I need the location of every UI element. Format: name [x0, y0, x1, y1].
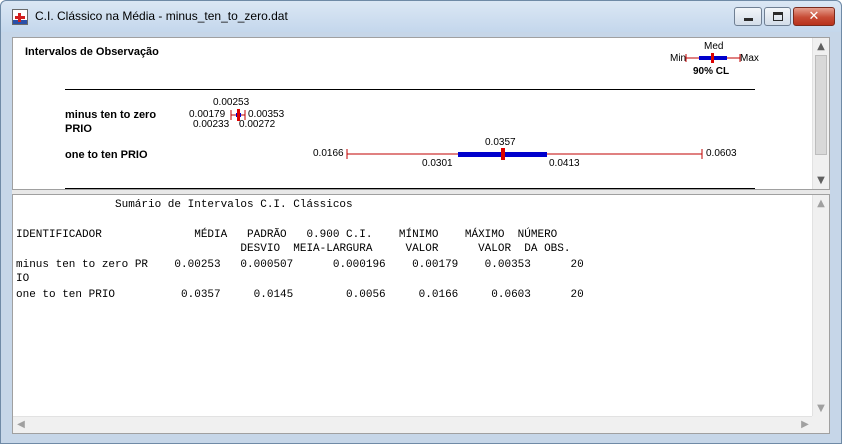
- chart-bottom-rule: [65, 188, 755, 189]
- report-header-line2: DESVIO MEIA-LARGURA VALOR VALOR DA OBS.: [16, 243, 571, 255]
- mean-label: 0.00253: [213, 97, 250, 108]
- scroll-up-arrow-icon[interactable]: ▲: [813, 195, 829, 212]
- app-window: C.I. Clássico na Média - minus_ten_to_ze…: [0, 0, 842, 444]
- close-icon: ✕: [808, 9, 820, 24]
- interval-glyph: [230, 109, 246, 121]
- report-header-line1: IDENTIFICADOR MÉDIA PADRÃO 0.900 C.I. MÍ…: [16, 229, 558, 241]
- scroll-right-arrow-icon[interactable]: ▶: [797, 417, 813, 433]
- report-vertical-scrollbar[interactable]: ▲ ▼: [812, 195, 829, 417]
- mean-marker: [237, 109, 240, 121]
- mean-marker: [501, 148, 505, 160]
- chart-header: Intervalos de Observação: [25, 46, 159, 58]
- scroll-up-arrow-icon[interactable]: ▲: [813, 38, 829, 55]
- close-button[interactable]: ✕: [793, 7, 835, 26]
- scrollbar-corner: [812, 416, 829, 433]
- series-label-continued: PRIO: [65, 123, 92, 135]
- report-title: Sumário de Intervalos C.I. Clássicos: [115, 199, 353, 211]
- maximize-icon: [773, 12, 783, 21]
- scroll-down-arrow-icon[interactable]: ▼: [813, 172, 829, 189]
- interval-glyph: [346, 148, 703, 160]
- min-label: 0.0166: [313, 148, 344, 159]
- title-bar[interactable]: C.I. Clássico na Média - minus_ten_to_ze…: [1, 1, 841, 32]
- report-row: minus ten to zero PR 0.00253 0.000507 0.…: [16, 259, 584, 271]
- chart-top-rule: [65, 89, 755, 90]
- legend-cl-label: 90% CL: [693, 66, 730, 77]
- scroll-down-arrow-icon[interactable]: ▼: [813, 400, 829, 417]
- report-horizontal-scrollbar[interactable]: ◀ ▶: [13, 416, 813, 433]
- legend-max-label: Max: [740, 53, 759, 64]
- legend-med-label: Med: [704, 41, 724, 52]
- scroll-left-arrow-icon[interactable]: ◀: [13, 417, 29, 433]
- ci-low-label: 0.00233: [193, 119, 230, 130]
- report-pane[interactable]: Sumário de Intervalos C.I. Clássicos IDE…: [12, 194, 830, 434]
- report-row: one to ten PRIO 0.0357 0.0145 0.0056 0.0…: [16, 289, 584, 301]
- scroll-thumb[interactable]: [815, 55, 827, 155]
- series-label: one to ten PRIO: [65, 149, 148, 161]
- legend-min-label: Min: [670, 53, 687, 64]
- chart-vertical-scrollbar[interactable]: ▲ ▼: [812, 38, 829, 189]
- series-label: minus ten to zero: [65, 109, 157, 121]
- minimize-button[interactable]: [734, 7, 762, 26]
- maximize-button[interactable]: [764, 7, 791, 26]
- legend-icon: [685, 53, 741, 63]
- window-title: C.I. Clássico na Média - minus_ten_to_ze…: [35, 9, 288, 23]
- minimize-icon: [744, 18, 753, 21]
- interval-chart-pane[interactable]: Intervalos de Observação Med Min Max 90%…: [12, 37, 830, 190]
- max-label: 0.0603: [706, 148, 737, 159]
- app-icon[interactable]: [12, 9, 28, 25]
- report-row-continued: IO: [16, 273, 30, 285]
